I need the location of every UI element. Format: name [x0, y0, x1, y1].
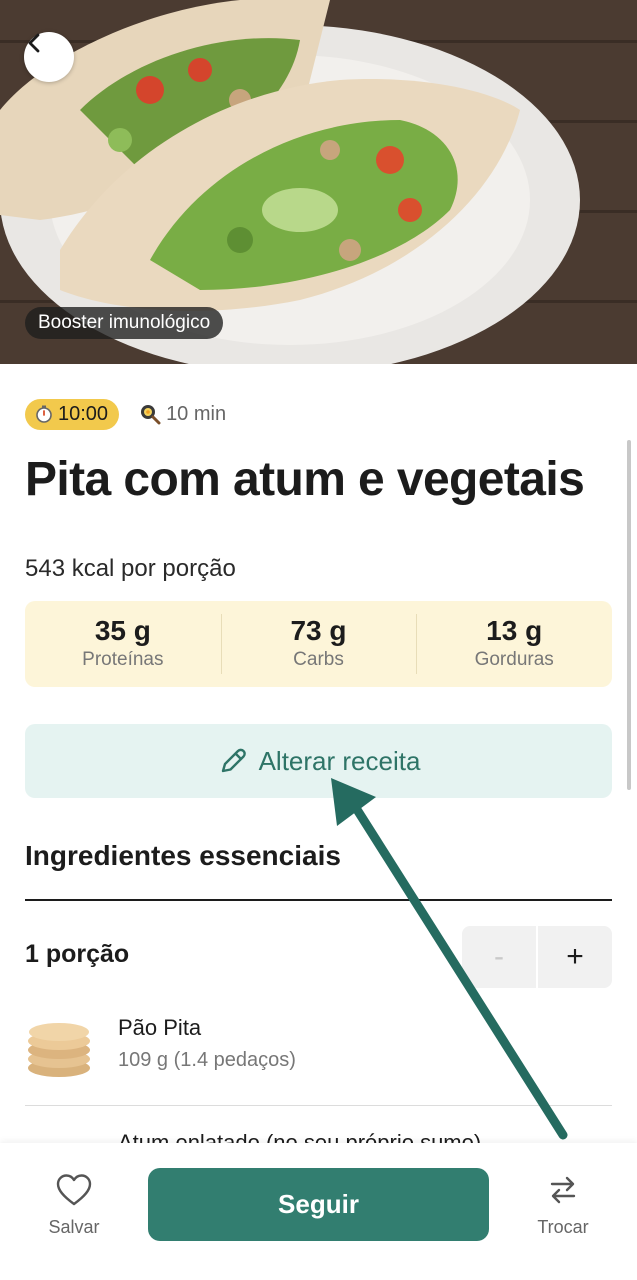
macros-panel: 35 g Proteínas 73 g Carbs 13 g Gorduras — [25, 601, 612, 687]
ingredient-quantity: 109 g (1.4 pedaços) — [118, 1049, 296, 1071]
macro-label: Proteínas — [82, 649, 164, 670]
recipe-meta-row: 10:00 10 min — [25, 398, 226, 430]
ingredient-divider — [25, 1105, 612, 1106]
ingredient-name: Pão Pita — [118, 1015, 202, 1040]
portion-count: 1 porção — [25, 940, 130, 968]
save-label: Salvar — [48, 1217, 100, 1237]
pencil-icon — [221, 748, 246, 773]
decrease-portion-button[interactable]: - — [462, 926, 536, 988]
pita-bread-image — [28, 1023, 90, 1077]
macro-fat: 13 g Gorduras — [416, 601, 612, 687]
recipe-title: Pita com atum e vegetais — [25, 453, 585, 506]
swap-label: Trocar — [537, 1217, 589, 1237]
recipe-tag-badge: Booster imunológico — [25, 307, 224, 339]
macro-value: 13 g — [486, 615, 543, 646]
increase-portion-button[interactable]: + — [536, 926, 612, 988]
timer-value: 10:00 — [58, 402, 109, 425]
macro-label: Gorduras — [474, 649, 554, 670]
portion-stepper[interactable]: - + — [462, 926, 612, 988]
macro-value: 35 g — [94, 615, 151, 646]
edit-recipe-button[interactable]: Alterar receita — [25, 724, 612, 798]
calories-per-serving: 543 kcal por porção — [25, 555, 236, 582]
macro-protein: 35 g Proteínas — [25, 601, 221, 687]
macro-label: Carbs — [293, 649, 344, 670]
cook-time: 10 min — [139, 403, 226, 426]
save-button[interactable]: Salvar — [24, 1173, 124, 1238]
heart-icon — [56, 1174, 92, 1206]
ingredient-item[interactable]: Pão Pita 109 g (1.4 pedaços) — [25, 1010, 612, 1090]
stopwatch-icon — [36, 405, 52, 423]
ingredients-section-title: Ingredientes essenciais — [25, 840, 341, 871]
swap-arrows-icon — [550, 1176, 576, 1204]
scrollbar[interactable] — [627, 440, 631, 790]
chevron-left-icon — [28, 33, 40, 53]
macro-value: 73 g — [290, 615, 347, 646]
follow-button[interactable]: Seguir — [148, 1168, 489, 1241]
cook-time-label: 10 min — [166, 402, 227, 425]
macro-carbs: 73 g Carbs — [220, 601, 417, 687]
frying-pan-icon — [141, 405, 161, 425]
recipe-hero-image: Booster imunológico — [0, 0, 637, 364]
swap-button[interactable]: Trocar — [513, 1173, 613, 1238]
timer-chip[interactable]: 10:00 — [25, 398, 120, 430]
edit-recipe-label: Alterar receita — [258, 745, 421, 776]
section-divider — [25, 899, 612, 901]
back-button[interactable] — [24, 32, 74, 82]
bottom-action-bar: Salvar Seguir Trocar — [0, 1143, 637, 1280]
